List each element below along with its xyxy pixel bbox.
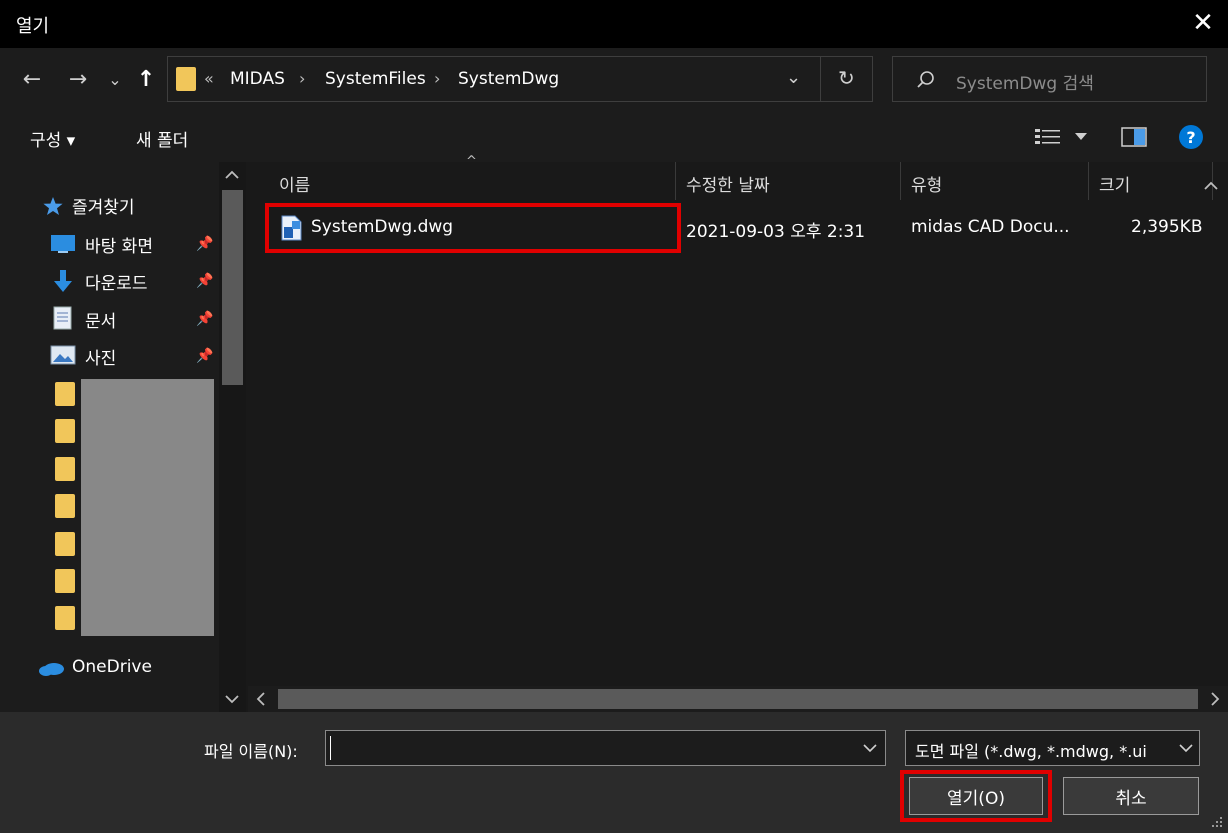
sidebar-item-downloads[interactable]: 다운로드 xyxy=(85,269,148,294)
breadcrumb-systemdwg[interactable]: SystemDwg xyxy=(458,69,559,89)
chevron-down-icon: ⌄ xyxy=(108,69,122,89)
folder-icon[interactable] xyxy=(55,457,75,481)
help-icon[interactable]: ? xyxy=(1179,125,1203,149)
search-box[interactable]: SystemDwg 검색 xyxy=(892,56,1207,102)
folder-icon[interactable] xyxy=(55,419,75,443)
file-modified: 2021-09-03 오후 2:31 xyxy=(686,222,866,242)
window-title: 열기 xyxy=(16,16,50,37)
star-icon xyxy=(43,197,63,215)
folder-icon[interactable] xyxy=(55,494,75,518)
file-type: midas CAD Docu... xyxy=(911,217,1070,237)
document-icon xyxy=(53,306,72,330)
folder-icon[interactable] xyxy=(55,532,75,556)
redacted-area xyxy=(81,379,214,636)
breadcrumb-separator[interactable]: › xyxy=(299,69,305,88)
sidebar-item-documents[interactable]: 문서 xyxy=(85,307,116,332)
column-divider[interactable] xyxy=(900,162,901,200)
file-size: 2,395KB xyxy=(1131,217,1203,237)
sidebar-scroll-thumb[interactable] xyxy=(222,190,243,385)
folder-icon[interactable] xyxy=(55,382,75,406)
filename-label: 파일 이름(N): xyxy=(204,742,298,761)
folder-icon xyxy=(176,67,196,91)
column-divider[interactable] xyxy=(675,162,676,200)
pin-icon[interactable]: 📌 xyxy=(196,348,213,364)
onedrive-icon xyxy=(39,663,64,676)
folder-icon[interactable] xyxy=(55,569,75,593)
new-folder-button[interactable]: 새 폴더 xyxy=(136,126,188,151)
folder-icon[interactable] xyxy=(55,606,75,630)
text-caret xyxy=(330,736,331,760)
preview-pane-icon[interactable] xyxy=(1121,126,1147,148)
address-divider xyxy=(820,57,821,101)
pictures-icon xyxy=(50,345,76,365)
arrow-up-icon: ↑ xyxy=(136,66,156,92)
highlight-box xyxy=(265,203,681,253)
sidebar-item-desktop[interactable]: 바탕 화면 xyxy=(85,232,153,257)
chevron-down-icon[interactable] xyxy=(862,743,878,753)
arrow-right-icon: → xyxy=(68,66,88,92)
pin-icon[interactable]: 📌 xyxy=(196,273,213,289)
view-options-icon[interactable] xyxy=(1034,127,1064,147)
forward-button[interactable]: → xyxy=(60,62,96,96)
breadcrumb-separator[interactable]: › xyxy=(434,69,440,88)
download-icon xyxy=(54,270,72,292)
list-scroll-up-icon[interactable] xyxy=(1196,170,1226,200)
column-header-type[interactable]: 유형 xyxy=(911,171,942,196)
cancel-button[interactable]: 취소 xyxy=(1063,777,1199,815)
close-icon: ✕ xyxy=(1192,8,1214,38)
search-placeholder: SystemDwg 검색 xyxy=(956,74,1094,94)
filename-input[interactable] xyxy=(325,730,886,766)
sort-indicator-icon: ^ xyxy=(466,154,477,169)
refresh-icon[interactable]: ↻ xyxy=(838,66,855,90)
back-button[interactable]: ← xyxy=(14,62,50,96)
chevron-right-icon[interactable] xyxy=(1208,690,1222,708)
sidebar-item-onedrive[interactable]: OneDrive xyxy=(72,657,152,677)
horizontal-scroll-thumb[interactable] xyxy=(278,689,1198,709)
column-header-modified[interactable]: 수정한 날짜 xyxy=(686,171,770,196)
chevron-down-icon[interactable] xyxy=(1178,743,1194,753)
breadcrumb-midas[interactable]: MIDAS xyxy=(230,69,285,89)
chevron-down-icon[interactable] xyxy=(224,694,240,704)
address-dropdown-icon[interactable]: ⌄ xyxy=(786,67,801,88)
desktop-icon xyxy=(51,235,75,253)
pin-icon[interactable]: 📌 xyxy=(196,311,213,327)
filetype-select[interactable]: 도면 파일 (*.dwg, *.mdwg, *.ui xyxy=(905,730,1200,766)
column-divider[interactable] xyxy=(1088,162,1089,200)
sidebar-item-favorites[interactable]: 즐겨찾기 xyxy=(72,193,135,218)
pin-icon[interactable]: 📌 xyxy=(196,236,213,252)
caret-down-icon[interactable] xyxy=(1074,131,1088,141)
resize-grip-icon[interactable] xyxy=(1210,815,1224,829)
recent-locations-button[interactable]: ⌄ xyxy=(104,64,126,94)
close-button[interactable]: ✕ xyxy=(1186,6,1220,40)
arrow-left-icon: ← xyxy=(22,66,42,92)
chevron-left-icon[interactable] xyxy=(254,690,268,708)
title-bar xyxy=(0,0,1228,48)
organize-button[interactable]: 구성 ▾ xyxy=(30,126,75,151)
column-header-name[interactable]: 이름 xyxy=(279,171,310,196)
chevron-up-icon[interactable] xyxy=(224,170,240,180)
column-header-size[interactable]: 크기 xyxy=(1099,171,1130,196)
breadcrumb-systemfiles[interactable]: SystemFiles xyxy=(325,69,426,89)
address-bar[interactable]: « MIDAS › SystemFiles › SystemDwg ⌄ ↻ xyxy=(167,56,873,102)
highlight-box xyxy=(900,770,1052,822)
filetype-value: 도면 파일 (*.dwg, *.mdwg, *.ui xyxy=(915,742,1147,761)
sidebar-item-pictures[interactable]: 사진 xyxy=(85,344,116,369)
search-icon xyxy=(917,71,934,88)
up-button[interactable]: ↑ xyxy=(130,62,162,96)
breadcrumb-prefix[interactable]: « xyxy=(204,69,214,88)
